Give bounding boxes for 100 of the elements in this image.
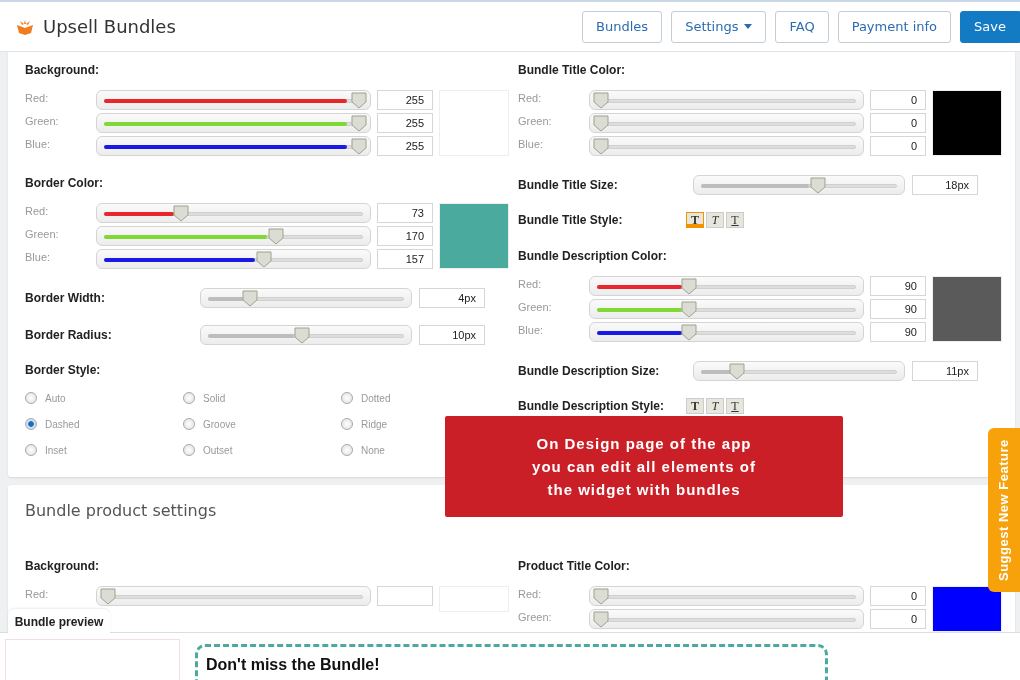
italic-button[interactable]: T: [706, 398, 724, 414]
value-field[interactable]: 11px: [912, 361, 978, 381]
app-title: Upsell Bundles: [43, 15, 176, 39]
slider[interactable]: [693, 175, 905, 195]
section-label: Bundle Title Color:: [518, 62, 627, 78]
slider[interactable]: [200, 325, 412, 345]
slider-thumb[interactable]: [809, 177, 826, 194]
slider[interactable]: [96, 249, 371, 269]
slider-thumb[interactable]: [593, 588, 609, 606]
box-logo-icon: [16, 18, 34, 35]
slider-thumb[interactable]: [593, 611, 609, 629]
slider[interactable]: [96, 226, 371, 246]
value-field[interactable]: 255: [377, 113, 433, 133]
slider[interactable]: [589, 322, 864, 342]
radio-button[interactable]: [25, 418, 37, 430]
value-field[interactable]: 90: [870, 276, 926, 296]
radio-button[interactable]: [183, 392, 195, 404]
italic-button[interactable]: T: [706, 212, 724, 228]
slider-thumb[interactable]: [172, 205, 189, 222]
underline-button[interactable]: T: [726, 212, 744, 228]
dropdown-button[interactable]: Settings: [671, 10, 767, 43]
slider-thumb[interactable]: [255, 251, 272, 268]
preview-tab[interactable]: Bundle preview: [8, 609, 110, 634]
value-field[interactable]: 0: [870, 609, 926, 630]
radio-button[interactable]: [25, 392, 37, 404]
section-label: Bundle Title Style:: [518, 212, 624, 228]
bold-button[interactable]: T: [686, 398, 704, 414]
slider[interactable]: [200, 288, 412, 308]
value-field[interactable]: 10px: [419, 325, 485, 345]
bold-button[interactable]: T: [686, 212, 704, 228]
section-label: Border Radius:: [25, 327, 113, 343]
value-field[interactable]: 0: [870, 113, 926, 133]
slider-thumb[interactable]: [593, 92, 609, 109]
slider-thumb[interactable]: [680, 324, 697, 341]
value-field[interactable]: 255: [377, 136, 433, 156]
value-field[interactable]: [377, 586, 433, 607]
slider-thumb[interactable]: [593, 115, 609, 132]
value-field[interactable]: 18px: [912, 175, 978, 195]
slider-thumb[interactable]: [268, 228, 285, 245]
channel-label: Green:: [25, 114, 60, 129]
value-field[interactable]: 90: [870, 299, 926, 319]
channel-label: Red:: [518, 91, 543, 106]
slider[interactable]: [96, 136, 371, 156]
slider[interactable]: [589, 113, 864, 133]
radio-button[interactable]: [341, 444, 353, 456]
slider[interactable]: [589, 299, 864, 319]
radio-label: Solid: [203, 391, 226, 406]
slider-thumb[interactable]: [351, 92, 367, 109]
slider-thumb[interactable]: [728, 363, 745, 380]
slider[interactable]: [96, 113, 371, 133]
slider[interactable]: [589, 90, 864, 110]
radio-label: Groove: [203, 417, 236, 432]
slider-thumb[interactable]: [680, 301, 697, 318]
slider-thumb[interactable]: [351, 115, 367, 132]
slider-thumb[interactable]: [241, 290, 258, 307]
radio-button[interactable]: [183, 418, 195, 430]
nav-button[interactable]: FAQ: [775, 10, 829, 43]
value-field[interactable]: 0: [870, 586, 926, 607]
slider[interactable]: [589, 136, 864, 156]
section-label: Background:: [25, 62, 100, 78]
channel-label: Green:: [518, 610, 553, 626]
slider[interactable]: [589, 609, 864, 630]
channel-label: Red:: [518, 277, 543, 292]
value-field[interactable]: 255: [377, 90, 433, 110]
section-label: Border Color:: [25, 175, 104, 191]
section-label: Bundle Title Size:: [518, 177, 619, 193]
value-field[interactable]: 157: [377, 249, 433, 269]
section-label: Background:: [25, 558, 100, 575]
underline-button[interactable]: T: [726, 398, 744, 414]
section-label: Border Style:: [25, 362, 102, 378]
radio-button[interactable]: [25, 444, 37, 456]
value-field[interactable]: 90: [870, 322, 926, 342]
radio-label: Auto: [45, 391, 66, 406]
slider-thumb[interactable]: [294, 327, 311, 344]
slider-thumb[interactable]: [100, 588, 116, 606]
value-field[interactable]: 0: [870, 90, 926, 110]
slider-thumb[interactable]: [351, 138, 367, 155]
radio-label: Inset: [45, 443, 67, 458]
section-label: Bundle Description Style:: [518, 398, 666, 414]
radio-button[interactable]: [341, 418, 353, 430]
radio-button[interactable]: [183, 444, 195, 456]
channel-label: Green:: [518, 114, 553, 129]
nav-button[interactable]: Bundles: [582, 10, 663, 43]
slider[interactable]: [589, 586, 864, 607]
slider[interactable]: [96, 90, 371, 110]
value-field[interactable]: 4px: [419, 288, 485, 308]
slider[interactable]: [589, 276, 864, 296]
radio-button[interactable]: [341, 392, 353, 404]
channel-label: Red:: [25, 91, 50, 106]
slider[interactable]: [693, 361, 905, 381]
channel-label: Red:: [518, 587, 543, 603]
slider[interactable]: [96, 586, 371, 607]
slider-thumb[interactable]: [680, 278, 697, 295]
slider[interactable]: [96, 203, 371, 223]
value-field[interactable]: 170: [377, 226, 433, 246]
save-button[interactable]: Save: [960, 10, 1020, 43]
value-field[interactable]: 73: [377, 203, 433, 223]
slider-thumb[interactable]: [593, 138, 609, 155]
value-field[interactable]: 0: [870, 136, 926, 156]
nav-button[interactable]: Payment info: [837, 10, 952, 43]
